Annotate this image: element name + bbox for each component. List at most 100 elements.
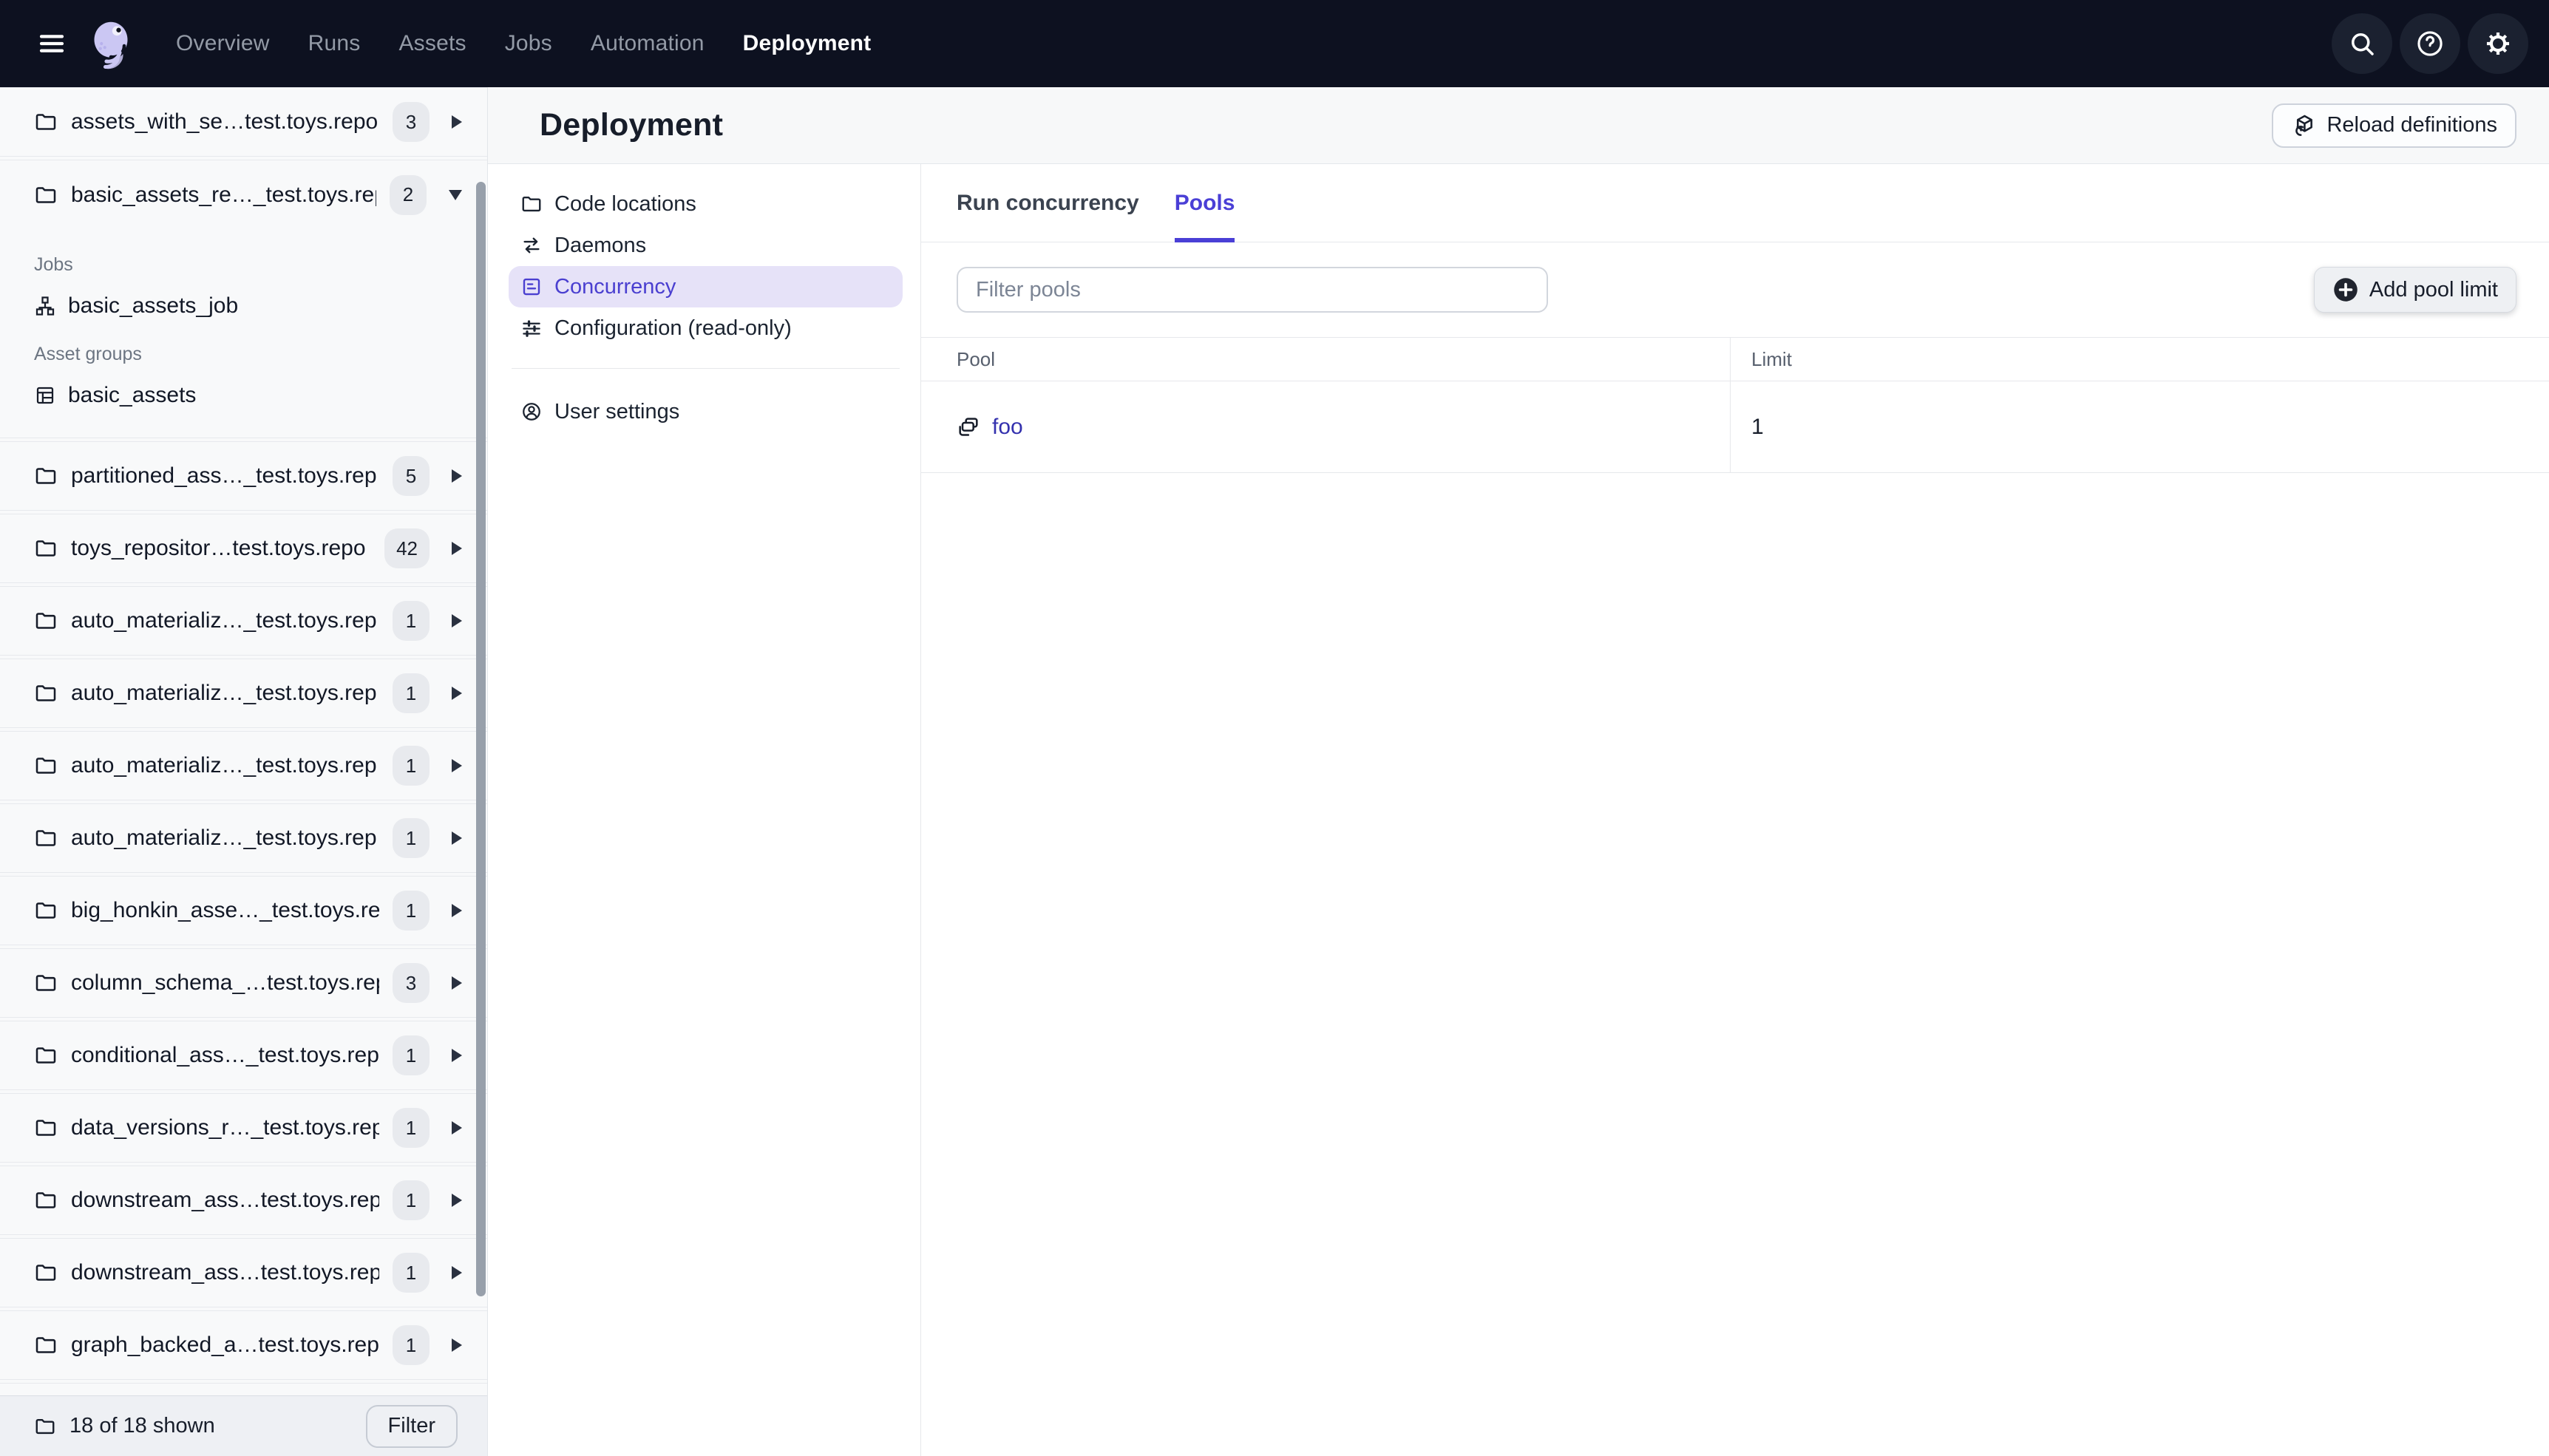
folder-icon (34, 183, 58, 207)
code-location-row[interactable]: auto_materializ…_test.toys.rep 1 (0, 731, 487, 800)
code-location-row[interactable]: column_schema_…test.toys.rep 3 (0, 948, 487, 1018)
code-location-row[interactable]: auto_materializ…_test.toys.rep 1 (0, 659, 487, 728)
chevron-right-icon[interactable] (452, 687, 462, 700)
nav-jobs[interactable]: Jobs (505, 31, 552, 56)
settings-nav-label: Code locations (554, 191, 696, 216)
folder-icon (34, 1415, 56, 1438)
code-location-label: auto_materializ…_test.toys.rep (71, 753, 377, 778)
help-icon (2414, 28, 2446, 59)
code-location-row[interactable]: toys_repositor…test.toys.repo 42 (0, 514, 487, 583)
daemons-icon (520, 234, 543, 256)
chevron-down-icon[interactable] (449, 189, 462, 200)
count-badge: 42 (384, 528, 430, 568)
code-location-row[interactable]: assets_with_se…test.toys.repo 3 (0, 87, 487, 157)
count-badge: 1 (393, 891, 430, 931)
code-location-label: downstream_ass…test.toys.rep (71, 1188, 379, 1212)
settings-nav-label: User settings (554, 399, 680, 423)
settings-nav-user-settings[interactable]: User settings (509, 391, 903, 432)
reload-definitions-button[interactable]: Reload definitions (2272, 103, 2516, 148)
concurrency-tabs: Run concurrency Pools (921, 164, 2549, 242)
pool-limit-value: 1 (1730, 381, 2549, 472)
chevron-right-icon[interactable] (452, 976, 462, 990)
folder-icon (34, 1188, 58, 1212)
code-location-row[interactable]: downstream_ass…test.toys.rep 1 (0, 1238, 487, 1307)
code-location-row[interactable]: conditional_ass…_test.toys.rep 1 (0, 1021, 487, 1090)
asset-group-item[interactable]: basic_assets (34, 375, 469, 415)
hamburger-menu-icon[interactable] (35, 27, 68, 60)
sidebar-scrollbar[interactable] (476, 182, 486, 1296)
code-location-row[interactable]: auto_materializ…_test.toys.rep 1 (0, 803, 487, 873)
settings-nav-code-locations[interactable]: Code locations (509, 183, 903, 225)
count-badge: 1 (393, 673, 430, 713)
settings-button[interactable] (2468, 13, 2528, 74)
code-location-row[interactable]: auto_materializ…_test.toys.rep 1 (0, 586, 487, 656)
chevron-right-icon[interactable] (452, 614, 462, 627)
filter-pools-input[interactable] (957, 267, 1548, 313)
code-location-label: big_honkin_asse…_test.toys.rep (71, 898, 379, 922)
count-badge: 3 (393, 102, 430, 142)
nav-automation[interactable]: Automation (591, 31, 705, 56)
settings-nav-daemons[interactable]: Daemons (509, 225, 903, 266)
chevron-right-icon[interactable] (452, 1049, 462, 1062)
search-icon (2346, 28, 2377, 59)
settings-nav-divider (512, 368, 900, 369)
settings-nav-configuration[interactable]: Configuration (read-only) (509, 307, 903, 349)
chevron-right-icon[interactable] (452, 1338, 462, 1352)
add-pool-limit-button[interactable]: Add pool limit (2313, 267, 2516, 313)
nav-runs[interactable]: Runs (308, 31, 361, 56)
pools-table: Pool Limit foo 1 (921, 337, 2549, 473)
chevron-right-icon[interactable] (452, 904, 462, 917)
help-button[interactable] (2400, 13, 2460, 74)
deployment-header: Deployment Reload definitions (488, 87, 2549, 164)
primary-nav-links: Overview Runs Assets Jobs Automation Dep… (176, 31, 871, 56)
pools-table-header: Pool Limit (921, 337, 2549, 381)
folder-icon (34, 1044, 58, 1067)
pool-link-foo[interactable]: foo (992, 415, 1023, 440)
folder-icon (34, 110, 58, 134)
chevron-right-icon[interactable] (452, 1194, 462, 1207)
plus-circle-icon (2332, 276, 2359, 303)
settings-nav-concurrency[interactable]: Concurrency (509, 266, 903, 307)
count-badge: 1 (393, 601, 430, 641)
code-location-row[interactable]: graph_backed_a…test.toys.rep 1 (0, 1310, 487, 1380)
chevron-right-icon[interactable] (452, 1121, 462, 1134)
chevron-right-icon[interactable] (452, 542, 462, 555)
nav-assets[interactable]: Assets (398, 31, 466, 56)
folder-icon (34, 464, 58, 488)
code-location-label: auto_materializ…_test.toys.rep (71, 681, 377, 705)
nav-deployment[interactable]: Deployment (743, 31, 872, 56)
nav-overview[interactable]: Overview (176, 31, 270, 56)
concurrency-panel: Run concurrency Pools Add pool limit Poo… (921, 164, 2549, 1456)
chevron-right-icon[interactable] (452, 115, 462, 129)
sliders-icon (520, 317, 543, 339)
code-location-label: auto_materializ…_test.toys.rep (71, 826, 377, 850)
top-navigation-bar: Overview Runs Assets Jobs Automation Dep… (0, 0, 2549, 87)
code-location-label: downstream_ass…test.toys.rep (71, 1260, 379, 1285)
tab-pools[interactable]: Pools (1174, 164, 1235, 242)
nav-actions (2332, 13, 2528, 74)
reload-definitions-label: Reload definitions (2326, 113, 2497, 137)
count-badge: 1 (393, 1325, 430, 1365)
search-button[interactable] (2332, 13, 2392, 74)
job-item[interactable]: basic_assets_job (34, 286, 469, 326)
tab-run-concurrency[interactable]: Run concurrency (957, 164, 1139, 242)
code-location-row[interactable]: downstream_ass…test.toys.rep 1 (0, 1166, 487, 1235)
sidebar-footer: 18 of 18 shown Filter (0, 1395, 487, 1456)
job-icon (34, 295, 56, 317)
dagster-octopus-logo[interactable] (84, 17, 138, 70)
count-badge: 1 (393, 746, 430, 786)
deployment-settings-nav: Code locations Daemons Concurrency Confi… (488, 164, 921, 1456)
code-location-label: toys_repositor…test.toys.repo (71, 536, 366, 560)
chevron-right-icon[interactable] (452, 469, 462, 483)
column-header-limit: Limit (1730, 338, 2549, 381)
pools-filter-row: Add pool limit (921, 242, 2549, 337)
code-location-row[interactable]: partitioned_ass…_test.toys.rep 5 (0, 441, 487, 511)
code-location-label: auto_materializ…_test.toys.rep (71, 608, 377, 633)
code-location-row[interactable]: data_versions_r…_test.toys.rep 1 (0, 1093, 487, 1163)
code-location-row[interactable]: basic_assets_re…_test.toys.rep 2 (0, 160, 487, 229)
filter-button[interactable]: Filter (365, 1404, 458, 1448)
code-location-row[interactable]: big_honkin_asse…_test.toys.rep 1 (0, 876, 487, 945)
chevron-right-icon[interactable] (452, 1266, 462, 1279)
chevron-right-icon[interactable] (452, 831, 462, 845)
chevron-right-icon[interactable] (452, 759, 462, 772)
